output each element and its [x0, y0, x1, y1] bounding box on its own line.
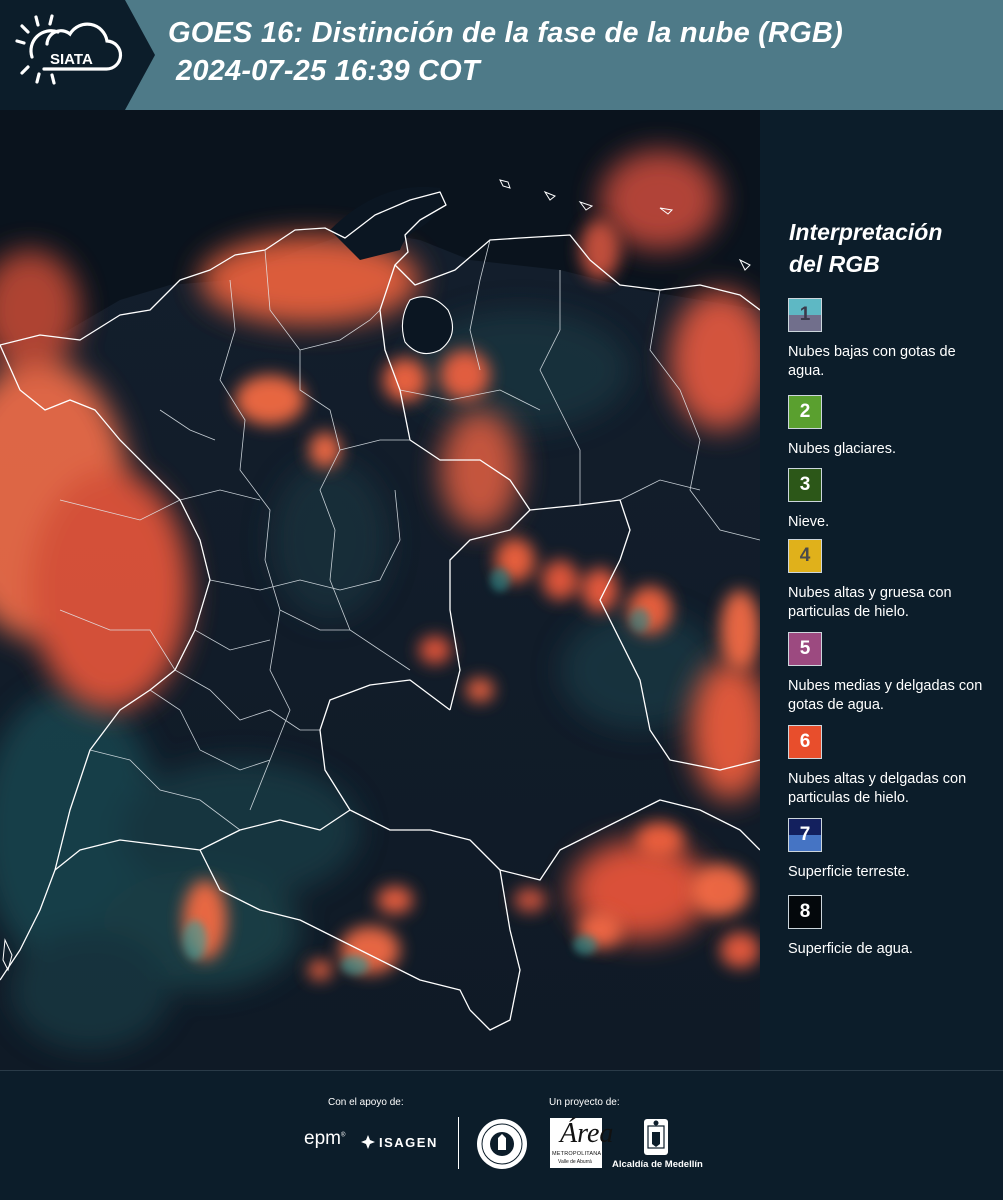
legend-number-4: 4 [799, 545, 811, 566]
alcaldia-shield-icon[interactable] [643, 1118, 669, 1156]
legend-label-8: Superficie de agua. [788, 941, 913, 957]
legend-swatch-2: 2 [788, 395, 822, 429]
epm-logo-text: epm [304, 1128, 341, 1149]
header-bar: SIATA GOES 16: Distinción de la fase de … [0, 0, 1003, 110]
legend-swatch-5: 5 [788, 632, 822, 666]
area-metropolitana-logo[interactable]: Área METROPOLITANA Valle de Aburrá [550, 1118, 613, 1168]
legend-number-5: 5 [799, 638, 811, 659]
area-logo-sub: METROPOLITANA [552, 1151, 602, 1157]
legend-swatch-4: 4 [788, 539, 822, 573]
satellite-map[interactable] [0, 110, 760, 1070]
isagen-logo[interactable]: ISAGEN [360, 1134, 438, 1150]
legend-number-6: 6 [799, 731, 811, 752]
legend-swatch-1: 1 [788, 298, 822, 332]
legend-panel: Interpretación del RGB 1 Nubes bajas con… [760, 110, 1003, 1070]
legend-title: Interpretación del RGB [789, 216, 942, 280]
svg-text:SIATA: SIATA [50, 51, 93, 68]
legend-swatch-8: 8 [788, 895, 822, 929]
footer-divider-line [0, 1070, 1003, 1071]
title-product: GOES 16: Distinción de la fase de la nub… [168, 17, 843, 49]
support-label: Con el apoyo de: [328, 1097, 404, 1108]
legend-number-3: 3 [799, 474, 811, 495]
isagen-star-icon [361, 1135, 375, 1149]
title-datetime: 2024-07-25 16:39 COT [176, 55, 480, 87]
sun-cloud-icon: SIATA [15, 14, 123, 85]
legend-item-4: 4 Nubes altas y gruesa con particulas de… [788, 539, 988, 622]
legend-title-line1: Interpretación [789, 219, 943, 245]
legend-label-1: Nubes bajas con gotas de agua. [788, 344, 956, 379]
legend-label-3: Nieve. [788, 514, 830, 530]
legend-title-line2: del RGB [789, 251, 880, 277]
legend-item-3: 3 Nieve. [788, 468, 988, 532]
area-logo-sub2: Valle de Aburrá [558, 1159, 592, 1165]
legend-number-8: 8 [799, 901, 811, 922]
legend-label-6: Nubes altas y delgadas con particulas de… [788, 771, 967, 806]
legend-swatch-6: 6 [788, 725, 822, 759]
isagen-logo-text: ISAGEN [379, 1134, 438, 1150]
epm-logo[interactable]: epm® [304, 1128, 345, 1150]
legend-number-1: 1 [799, 304, 811, 325]
project-label: Un proyecto de: [549, 1097, 620, 1108]
epm-registered-mark: ® [340, 1132, 346, 1139]
legend-label-4: Nubes altas y gruesa con particulas de h… [788, 585, 952, 620]
alcaldia-logo-text: Alcaldía de Medellín [612, 1159, 703, 1170]
legend-label-7: Superficie terreste. [788, 864, 910, 880]
legend-number-7: 7 [799, 824, 811, 845]
university-seal-icon[interactable] [476, 1118, 528, 1170]
legend-item-8: 8 Superficie de agua. [788, 895, 988, 959]
legend-item-7: 7 Superficie terreste. [788, 818, 988, 882]
page-title: GOES 16: Distinción de la fase de la nub… [168, 14, 843, 90]
legend-label-5: Nubes medias y delgadas con gotas de agu… [788, 678, 983, 713]
area-logo-text: Área [560, 1118, 614, 1149]
footer-divider [458, 1117, 459, 1169]
legend-item-2: 2 Nubes glaciares. [788, 395, 988, 459]
legend-swatch-7: 7 [788, 818, 822, 852]
legend-item-6: 6 Nubes altas y delgadas con particulas … [788, 725, 988, 808]
siata-logo[interactable]: SIATA [0, 0, 155, 110]
legend-swatch-3: 3 [788, 468, 822, 502]
legend-item-1: 1 Nubes bajas con gotas de agua. [788, 298, 988, 381]
map-image [0, 110, 760, 1070]
legend-label-2: Nubes glaciares. [788, 441, 896, 457]
legend-item-5: 5 Nubes medias y delgadas con gotas de a… [788, 632, 988, 715]
legend-number-2: 2 [799, 401, 811, 422]
footer: Con el apoyo de: Un proyecto de: epm® IS… [0, 1070, 1003, 1200]
